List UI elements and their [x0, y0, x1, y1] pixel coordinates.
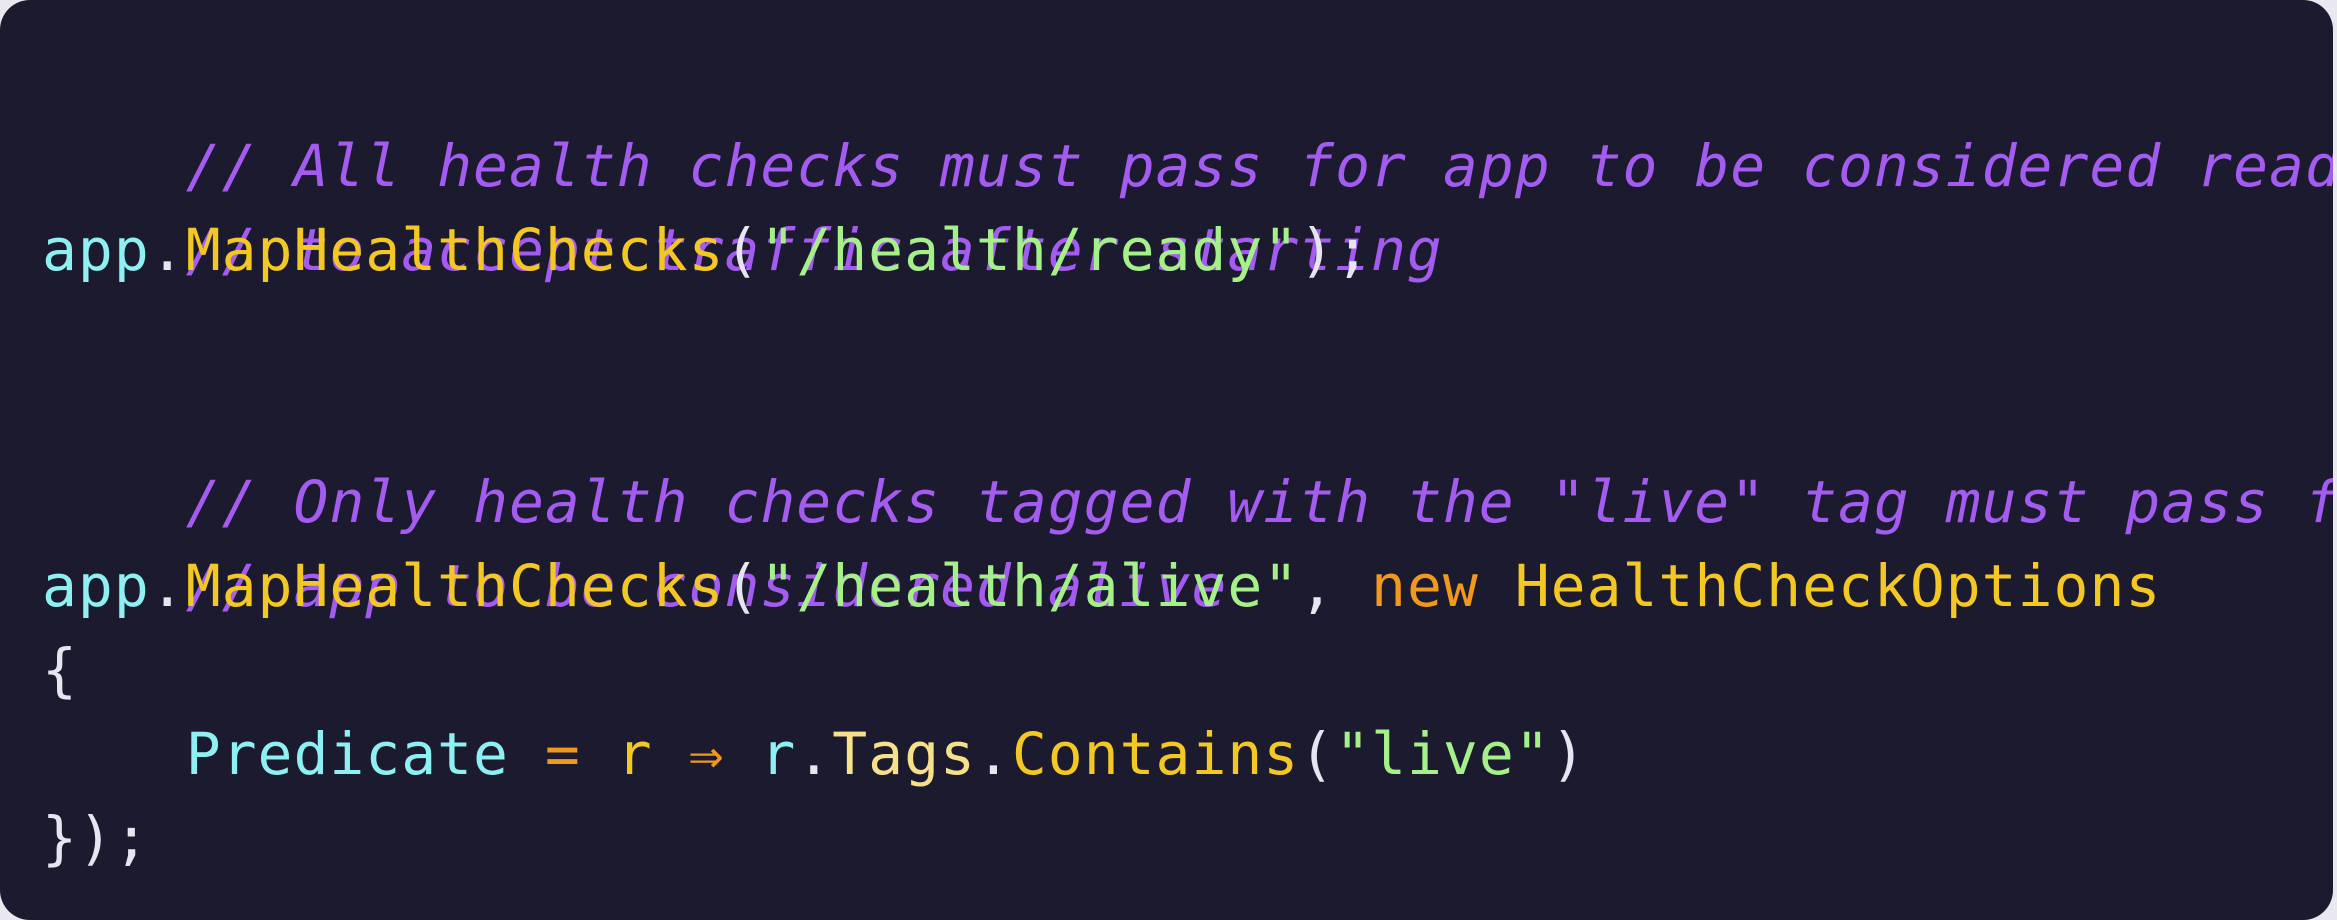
comment-text: // All health checks must pass for app t… — [185, 132, 2333, 200]
code-line-3: app.MapHealthChecks("/health/ready"); — [42, 208, 2333, 292]
code-line-9: Predicate = r ⇒ r.Tags.Contains("live") — [42, 712, 2333, 796]
string-literal: "/health/ready" — [760, 216, 1300, 284]
method-name: MapHealthChecks — [185, 216, 725, 284]
code-line-1: // All health checks must pass for app t… — [42, 40, 2333, 200]
punctuation: . — [796, 720, 833, 788]
punctuation: ( — [1299, 720, 1336, 788]
identifier: app — [42, 216, 150, 284]
code-line-5: // Only health checks tagged with the "l… — [42, 376, 2333, 536]
property-name: Predicate — [185, 720, 509, 788]
punctuation: ( — [724, 552, 761, 620]
member-name: Tags — [832, 720, 976, 788]
keyword-new: new — [1371, 552, 1479, 620]
string-literal: "/health/alive" — [760, 552, 1300, 620]
operator: = — [508, 720, 617, 788]
punctuation: ) — [1550, 720, 1587, 788]
punctuation: . — [975, 720, 1012, 788]
punctuation: . — [149, 216, 186, 284]
code-line-10: }); — [42, 796, 2333, 880]
arrow-operator: ⇒ — [652, 720, 761, 788]
method-name: MapHealthChecks — [185, 552, 725, 620]
punctuation: { — [42, 636, 78, 704]
punctuation: }); — [42, 804, 150, 872]
punctuation: . — [149, 552, 186, 620]
code-line-8: { — [42, 628, 2333, 712]
method-name: Contains — [1011, 720, 1300, 788]
punctuation: ( — [724, 216, 761, 284]
code-line-7: app.MapHealthChecks("/health/alive", new… — [42, 544, 2333, 628]
punctuation: ); — [1299, 216, 1372, 284]
identifier: r — [760, 720, 797, 788]
comment-text: // Only health checks tagged with the "l… — [185, 468, 2333, 536]
type-name: HealthCheckOptions — [1514, 552, 2162, 620]
code-snippet-window: // All health checks must pass for app t… — [0, 0, 2333, 920]
punctuation: , — [1299, 552, 1372, 620]
string-literal: "live" — [1335, 720, 1551, 788]
identifier: app — [42, 552, 150, 620]
lambda-parameter: r — [616, 720, 653, 788]
